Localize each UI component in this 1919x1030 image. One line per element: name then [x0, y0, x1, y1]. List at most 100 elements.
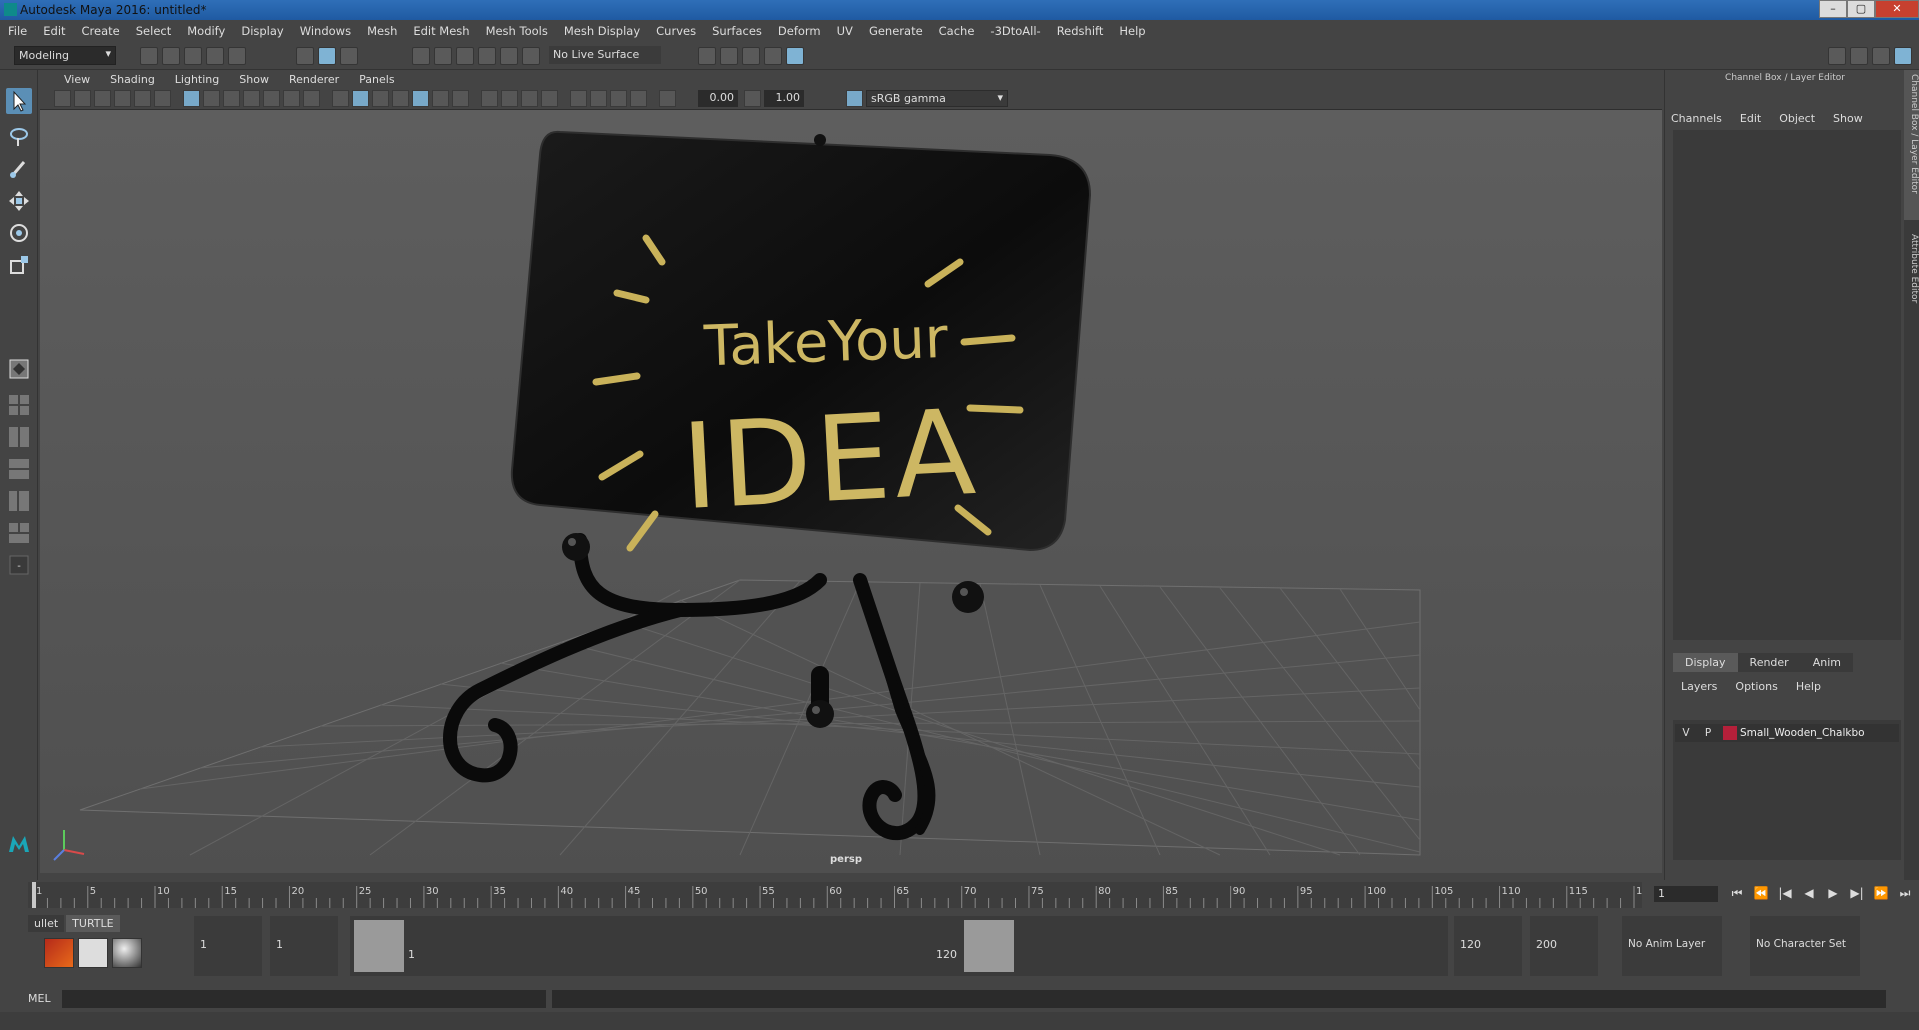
safe-title-icon[interactable] [303, 90, 320, 107]
motion-blur-icon[interactable] [501, 90, 518, 107]
vp-menu-view[interactable]: View [54, 73, 100, 86]
view-transform-select[interactable]: sRGB gamma ▾ [866, 90, 1008, 107]
layer-color-swatch[interactable] [1723, 726, 1737, 740]
undo-icon[interactable] [206, 47, 224, 65]
range-slider-track[interactable]: 1 120 [350, 916, 1448, 976]
more-layouts-icon[interactable]: - [6, 552, 32, 578]
close-button[interactable]: ✕ [1875, 0, 1919, 18]
menu-display[interactable]: Display [233, 24, 291, 38]
step-forward-frame-icon[interactable]: ▶| [1848, 886, 1866, 901]
anim-layer-select[interactable]: No Anim Layer [1622, 916, 1722, 976]
xray-joints-icon[interactable] [610, 90, 627, 107]
vp-menu-renderer[interactable]: Renderer [279, 73, 349, 86]
character-set-select[interactable]: No Character Set [1750, 916, 1860, 976]
wireframe-on-shaded-icon[interactable] [392, 90, 409, 107]
ambient-occlusion-icon[interactable] [481, 90, 498, 107]
anti-aliasing-icon[interactable] [521, 90, 538, 107]
layer-row[interactable]: V P Small_Wooden_Chalkbo [1675, 724, 1899, 742]
vp-menu-panels[interactable]: Panels [349, 73, 404, 86]
smooth-shade-icon[interactable] [352, 90, 369, 107]
channel-box-toggle-icon[interactable] [1894, 47, 1912, 65]
select-hierarchy-icon[interactable] [296, 47, 314, 65]
step-back-frame-icon[interactable]: |◀ [1776, 886, 1794, 901]
snap-point-icon[interactable] [456, 47, 474, 65]
live-surface-field[interactable]: No Live Surface [549, 46, 661, 64]
color-management-icon[interactable] [846, 90, 863, 107]
menu-file[interactable]: File [0, 24, 35, 38]
default-lighting-icon[interactable] [372, 90, 389, 107]
two-d-pan-zoom-icon[interactable] [134, 90, 151, 107]
turtle-render-icon[interactable] [44, 938, 74, 968]
open-scene-icon[interactable] [162, 47, 180, 65]
go-to-end-icon[interactable]: ⏭ [1896, 886, 1914, 901]
render-settings-icon[interactable] [764, 47, 782, 65]
rotate-tool-icon[interactable] [6, 220, 32, 246]
move-tool-icon[interactable] [6, 188, 32, 214]
wireframe-icon[interactable] [332, 90, 349, 107]
menu-windows[interactable]: Windows [292, 24, 359, 38]
camera-select-icon[interactable] [54, 90, 71, 107]
range-end-handle[interactable] [964, 920, 1014, 972]
film-gate-icon[interactable] [203, 90, 220, 107]
shelf-tab-bullet[interactable]: ullet [28, 915, 65, 932]
mode-selector[interactable]: Modeling ▾ [14, 46, 116, 65]
textured-icon[interactable] [412, 90, 429, 107]
image-plane-icon[interactable] [114, 90, 131, 107]
persp-viewport[interactable]: TakeYour IDEA persp [40, 110, 1662, 873]
minimize-button[interactable]: – [1819, 0, 1847, 18]
layer-visibility-toggle[interactable]: V [1675, 727, 1697, 739]
menu-mesh-display[interactable]: Mesh Display [556, 24, 648, 38]
tool-settings-icon[interactable] [1872, 47, 1890, 65]
menu-select[interactable]: Select [128, 24, 179, 38]
menu-curves[interactable]: Curves [648, 24, 704, 38]
layer-menu-help[interactable]: Help [1796, 680, 1821, 693]
menu-uv[interactable]: UV [829, 24, 861, 38]
exposure-field[interactable]: 0.00 [698, 90, 738, 107]
select-tool-icon[interactable] [6, 88, 32, 114]
single-view-layout-icon[interactable] [6, 356, 32, 382]
hypershade-layout-icon[interactable] [6, 520, 32, 546]
menu-redshift[interactable]: Redshift [1049, 24, 1112, 38]
command-input[interactable] [62, 990, 546, 1008]
play-forward-icon[interactable]: ▶ [1824, 886, 1842, 901]
attribute-editor-toggle-icon[interactable] [1850, 47, 1868, 65]
depth-of-field-icon[interactable] [541, 90, 558, 107]
render-frame-icon[interactable] [720, 47, 738, 65]
cb-menu-channels[interactable]: Channels [1671, 112, 1722, 125]
shadows-icon[interactable] [452, 90, 469, 107]
menu-create[interactable]: Create [74, 24, 128, 38]
vp-menu-show[interactable]: Show [229, 73, 279, 86]
gate-mask-icon[interactable] [243, 90, 260, 107]
snap-grid-icon[interactable] [412, 47, 430, 65]
layer-playback-toggle[interactable]: P [1697, 727, 1719, 739]
playback-end-field[interactable]: 120 [1454, 916, 1522, 976]
vp-menu-lighting[interactable]: Lighting [165, 73, 229, 86]
current-frame-field[interactable]: 1 [1654, 886, 1718, 902]
exposure-icon[interactable] [659, 90, 676, 107]
outliner-layout-icon[interactable] [6, 488, 32, 514]
select-component-icon[interactable] [340, 47, 358, 65]
step-back-key-icon[interactable]: ⏪ [1752, 886, 1770, 901]
tab-anim[interactable]: Anim [1800, 653, 1853, 672]
field-chart-icon[interactable] [263, 90, 280, 107]
cb-menu-object[interactable]: Object [1779, 112, 1815, 125]
turtle-sphere-icon[interactable] [112, 938, 142, 968]
lasso-tool-icon[interactable] [6, 124, 32, 150]
menu-surfaces[interactable]: Surfaces [704, 24, 770, 38]
snap-surface-icon[interactable] [500, 47, 518, 65]
menu-cache[interactable]: Cache [931, 24, 983, 38]
save-scene-icon[interactable] [184, 47, 202, 65]
play-backward-icon[interactable]: ◀ [1800, 886, 1818, 901]
two-view-layout-icon[interactable] [6, 424, 32, 450]
camera-attributes-icon[interactable] [74, 90, 91, 107]
isolate-select-icon[interactable] [570, 90, 587, 107]
select-object-icon[interactable] [318, 47, 336, 65]
menu-modify[interactable]: Modify [179, 24, 233, 38]
start-time-field[interactable]: 1 [194, 916, 262, 976]
paint-select-tool-icon[interactable] [6, 156, 32, 182]
menu-edit[interactable]: Edit [35, 24, 73, 38]
snap-pivot-icon[interactable] [522, 47, 540, 65]
four-view-layout-icon[interactable] [6, 392, 32, 418]
use-all-lights-icon[interactable] [432, 90, 449, 107]
snap-view-plane-icon[interactable] [478, 47, 496, 65]
